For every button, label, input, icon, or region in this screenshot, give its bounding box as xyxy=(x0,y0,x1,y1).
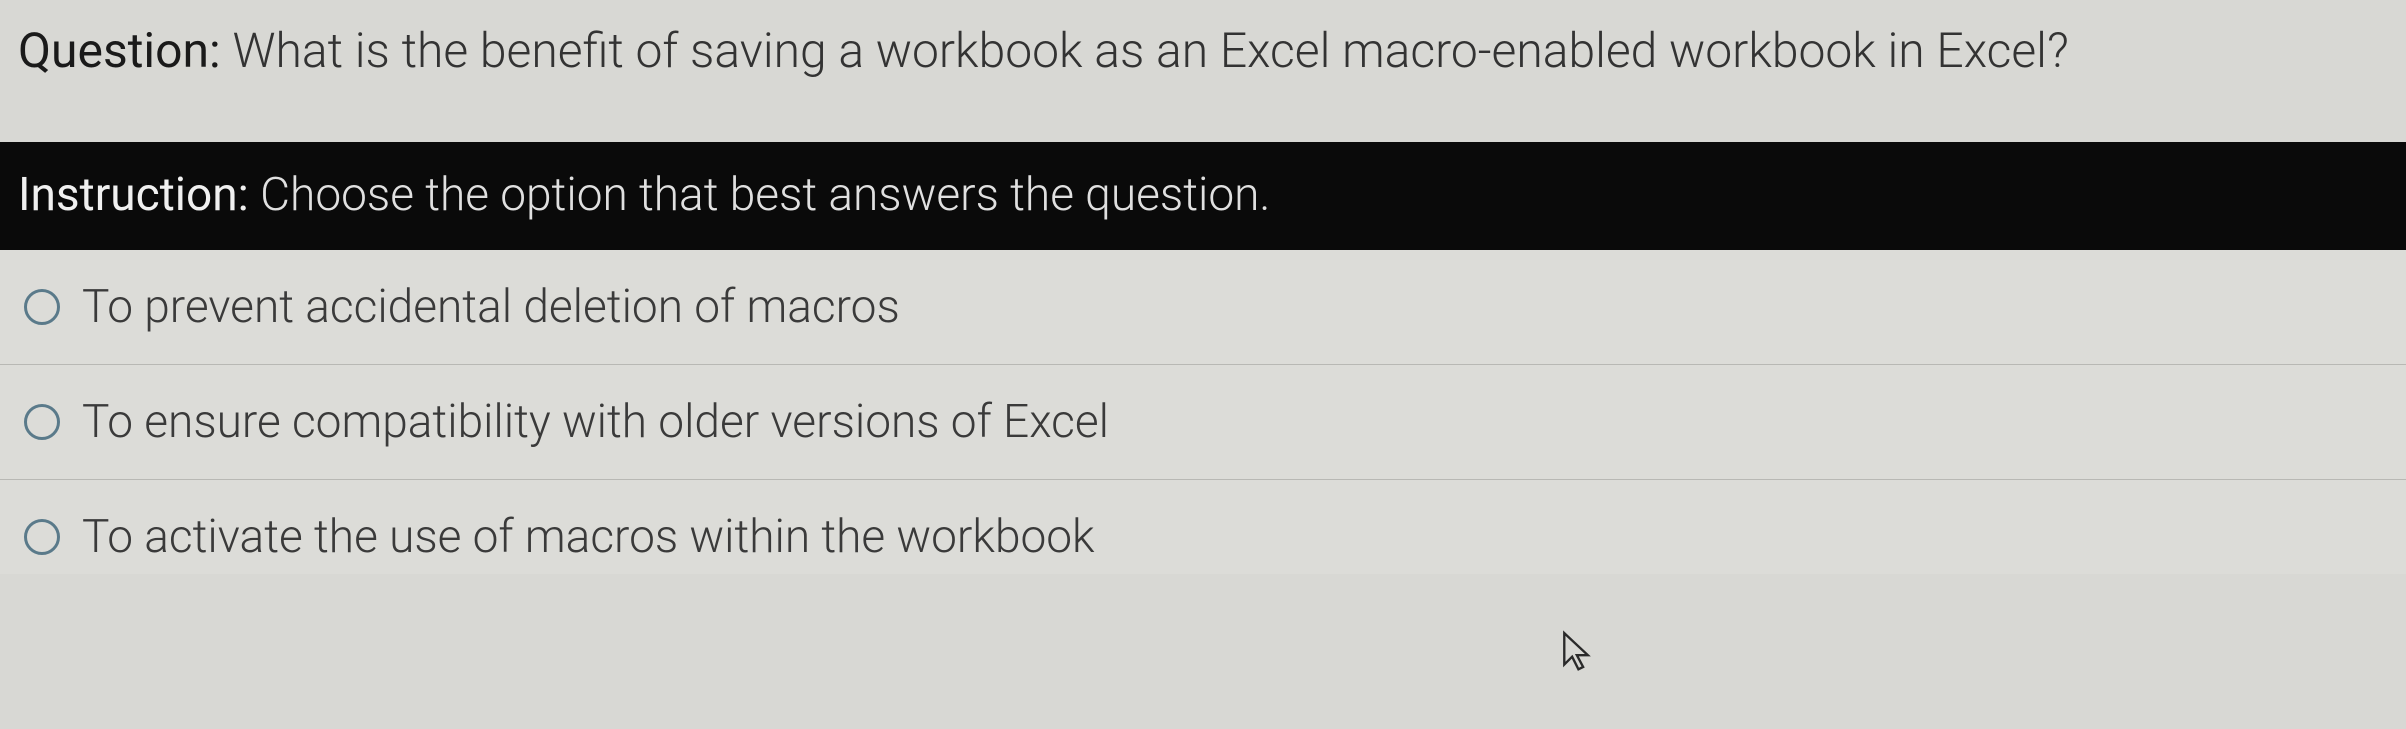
question-section: Question: What is the benefit of saving … xyxy=(0,0,2406,142)
options-list: To prevent accidental deletion of macros… xyxy=(0,250,2406,574)
option-row-0[interactable]: To prevent accidental deletion of macros xyxy=(0,250,2406,365)
instruction-bar: Instruction: Choose the option that best… xyxy=(0,142,2406,249)
radio-icon[interactable] xyxy=(24,404,60,440)
instruction-text: Choose the option that best answers the … xyxy=(260,168,1270,222)
instruction-label: Instruction: xyxy=(18,168,249,222)
option-label: To activate the use of macros within the… xyxy=(82,510,1095,564)
option-label: To prevent accidental deletion of macros xyxy=(82,280,900,334)
question-label: Question: xyxy=(18,22,221,79)
radio-icon[interactable] xyxy=(24,519,60,555)
option-row-1[interactable]: To ensure compatibility with older versi… xyxy=(0,365,2406,480)
option-row-2[interactable]: To activate the use of macros within the… xyxy=(0,480,2406,574)
question-text: What is the benefit of saving a workbook… xyxy=(233,22,2069,79)
option-label: To ensure compatibility with older versi… xyxy=(82,395,1109,449)
radio-icon[interactable] xyxy=(24,289,60,325)
cursor-icon xyxy=(1560,630,1600,674)
